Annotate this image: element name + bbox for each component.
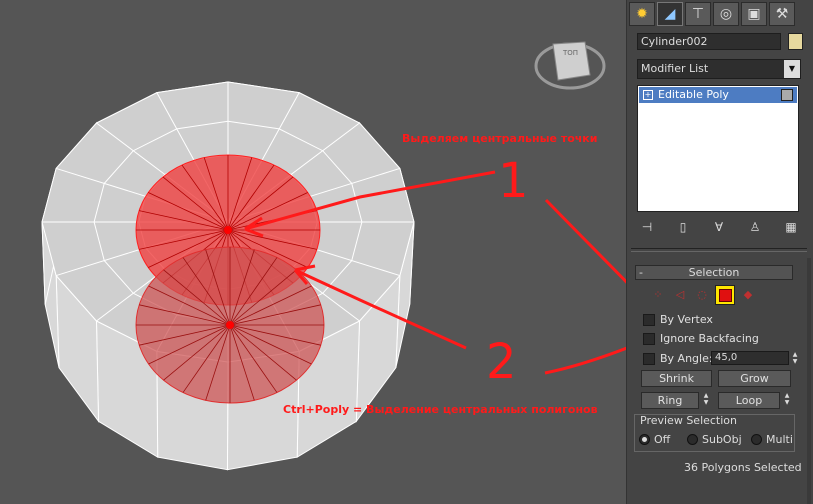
- element-level-icon[interactable]: ◆: [739, 285, 757, 303]
- stack-buttons: ⊣ ▯ ∀ ♙ ▦: [637, 219, 801, 237]
- vertex-level-icon[interactable]: ⁘: [649, 285, 667, 303]
- preview-subobj-radio[interactable]: SubObj: [687, 433, 742, 446]
- edge-level-icon[interactable]: ◁: [671, 285, 689, 303]
- create-icon: ✹: [636, 6, 648, 22]
- preview-selection-group: Preview Selection Off SubObj Multi: [634, 414, 795, 452]
- pin-stack-icon[interactable]: ⊣: [637, 219, 657, 235]
- ignore-backfacing-checkbox[interactable]: Ignore Backfacing: [643, 332, 759, 345]
- annotation-label-2: Ctrl+Poply = Выделение центральных полиг…: [283, 403, 598, 416]
- border-level-icon[interactable]: ◌: [693, 285, 711, 303]
- preview-subobj-label: SubObj: [702, 433, 742, 446]
- modify-tab[interactable]: ◢: [657, 2, 683, 26]
- grow-button[interactable]: Grow: [718, 370, 791, 387]
- loop-button[interactable]: Loop: [718, 392, 780, 409]
- motion-tab[interactable]: ◎: [713, 2, 739, 26]
- create-tab[interactable]: ✹: [629, 2, 655, 26]
- selection-rollout-header[interactable]: - Selection: [635, 265, 793, 280]
- preview-selection-legend: Preview Selection: [640, 414, 738, 427]
- expand-icon[interactable]: +: [643, 90, 653, 100]
- hierarchy-icon: ⊤: [691, 6, 705, 22]
- selection-status: 36 Polygons Selected: [684, 461, 802, 474]
- annotation-label-1: Выделяем центральные точки: [402, 132, 598, 145]
- make-unique-icon[interactable]: ∀: [709, 219, 729, 235]
- utilities-tab[interactable]: ⚒: [769, 2, 795, 26]
- loop-spinner-icon[interactable]: ▲ ▼: [782, 392, 792, 406]
- object-color-swatch[interactable]: [788, 33, 803, 50]
- preview-multi-label: Multi: [766, 433, 793, 446]
- stack-item-label: Editable Poly: [658, 88, 729, 101]
- by-angle-label: By Angle:: [660, 352, 713, 365]
- show-end-result-icon[interactable]: ▯: [673, 219, 693, 235]
- by-vertex-checkbox[interactable]: By Vertex: [643, 313, 713, 326]
- angle-spinner-field[interactable]: 45,0: [711, 351, 789, 365]
- collapse-sign: -: [639, 266, 643, 279]
- object-name-field[interactable]: Cylinder002: [637, 33, 781, 50]
- viewcube-face-label: ТОП: [562, 49, 578, 57]
- modifier-toggle-icon[interactable]: [781, 89, 793, 101]
- by-angle-checkbox[interactable]: By Angle:: [643, 352, 713, 365]
- display-icon: ▣: [747, 6, 761, 22]
- center-vertex-top: [224, 226, 232, 234]
- modifier-list-label: Modifier List: [641, 62, 709, 75]
- perspective-viewport[interactable]: ТОП Выделяем центральные точки Ctrl+Popl…: [0, 0, 627, 504]
- panel-scrollbar[interactable]: [807, 258, 811, 504]
- display-tab[interactable]: ▣: [741, 2, 767, 26]
- ring-button[interactable]: Ring: [641, 392, 699, 409]
- utilities-icon: ⚒: [775, 6, 789, 22]
- center-vertex-bottom: [226, 321, 234, 329]
- stack-item-editable-poly[interactable]: + Editable Poly: [639, 87, 797, 103]
- command-panel-tabs: ✹ ◢ ⊤ ◎ ▣ ⚒: [629, 2, 795, 26]
- hierarchy-tab[interactable]: ⊤: [685, 2, 711, 26]
- chevron-down-icon: ▼: [784, 60, 800, 78]
- selection-rollout-title: Selection: [688, 266, 740, 279]
- remove-modifier-icon[interactable]: ♙: [745, 219, 765, 235]
- preview-off-label: Off: [654, 433, 671, 446]
- spinner-arrows-icon[interactable]: ▲ ▼: [790, 351, 800, 365]
- modifier-list-dropdown[interactable]: Modifier List ▼: [637, 59, 801, 79]
- preview-off-radio[interactable]: Off: [639, 433, 670, 446]
- divider: [631, 248, 807, 252]
- ignore-backfacing-label: Ignore Backfacing: [660, 332, 759, 345]
- polygon-level-icon[interactable]: [715, 285, 735, 305]
- by-vertex-label: By Vertex: [660, 313, 713, 326]
- motion-icon: ◎: [719, 6, 733, 22]
- configure-sets-icon[interactable]: ▦: [781, 219, 801, 235]
- shrink-button[interactable]: Shrink: [641, 370, 712, 387]
- ring-spinner-icon[interactable]: ▲ ▼: [701, 392, 711, 406]
- modifier-stack[interactable]: + Editable Poly: [637, 85, 799, 212]
- command-panel: ✹ ◢ ⊤ ◎ ▣ ⚒ Cylinder002 Modifier List ▼ …: [627, 0, 813, 504]
- modify-icon: ◢: [664, 6, 676, 22]
- subobject-level-buttons: ⁘ ◁ ◌ ◆: [649, 285, 757, 307]
- viewport-scene: ТОП: [41, 41, 606, 471]
- preview-multi-radio[interactable]: Multi: [751, 433, 793, 446]
- viewcube-box: [552, 41, 591, 81]
